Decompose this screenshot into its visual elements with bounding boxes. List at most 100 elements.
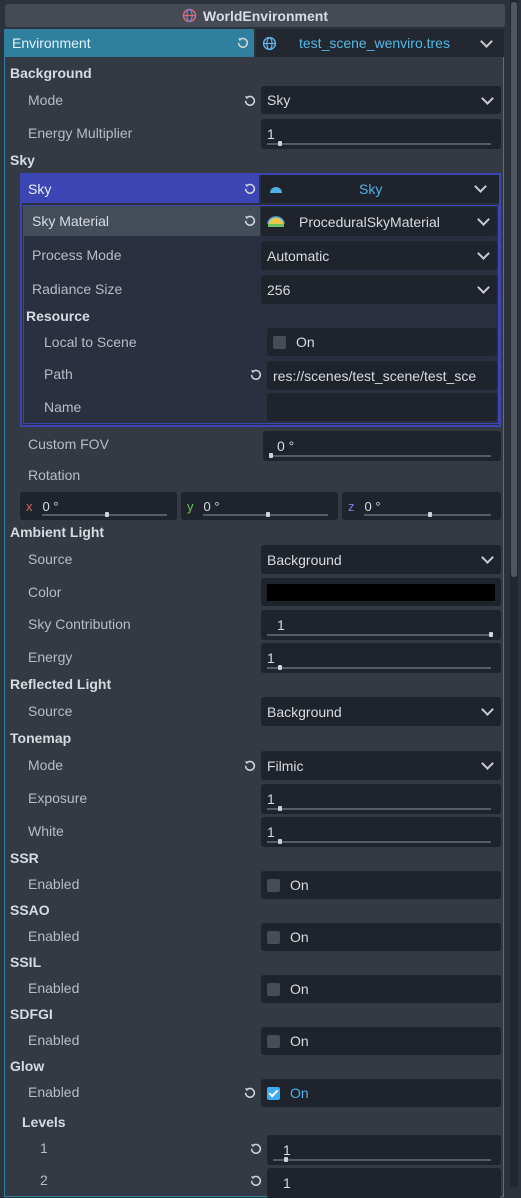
slider-track <box>267 806 491 811</box>
checkbox-icon[interactable] <box>273 335 286 349</box>
slider-knob[interactable] <box>278 806 283 811</box>
checkbox-icon[interactable] <box>267 1034 280 1048</box>
ssil-section[interactable]: SSIL <box>10 954 41 970</box>
procedural-sky-material-icon <box>267 215 285 227</box>
sky-section[interactable]: Sky <box>10 152 35 168</box>
path-input[interactable]: res://scenes/test_scene/test_sce <box>267 361 497 390</box>
chevron-down-icon[interactable] <box>474 180 487 193</box>
process-mode-dropdown[interactable]: Automatic <box>261 241 497 270</box>
slider-knob[interactable] <box>489 632 493 637</box>
exposure-slider[interactable]: 1 <box>261 784 501 814</box>
slider-knob[interactable] <box>278 665 283 670</box>
chevron-down-icon <box>481 91 494 105</box>
energy-multiplier-slider[interactable]: 1 <box>261 119 501 149</box>
revert-icon[interactable] <box>236 36 250 50</box>
slider-knob[interactable] <box>104 512 109 517</box>
reflected-source-dropdown[interactable]: Background <box>261 697 501 726</box>
ssr-enabled-value: On <box>290 877 309 893</box>
radiance-size-dropdown[interactable]: 256 <box>261 275 497 304</box>
slider-knob[interactable] <box>278 141 283 146</box>
ssao-section[interactable]: SSAO <box>10 902 50 918</box>
glow-section[interactable]: Glow <box>10 1058 44 1074</box>
revert-icon[interactable] <box>243 759 257 773</box>
ssil-enabled-label: Enabled <box>28 980 80 996</box>
glow-level-2-slider[interactable]: 1 <box>267 1168 501 1198</box>
name-input[interactable] <box>267 393 497 421</box>
slider-knob[interactable] <box>265 512 270 517</box>
checkbox-icon[interactable] <box>267 982 280 996</box>
color-swatch[interactable] <box>267 583 495 601</box>
ambient-energy-slider[interactable]: 1 <box>261 643 501 673</box>
sky-contribution-value: 1 <box>277 617 285 633</box>
checkbox-icon[interactable] <box>267 878 280 892</box>
sky-material-picker[interactable]: ProceduralSkyMaterial <box>261 207 497 236</box>
radiance-size-label: Radiance Size <box>32 281 123 297</box>
sdfgi-section[interactable]: SDFGI <box>10 1006 53 1022</box>
background-mode-dropdown[interactable]: Sky <box>261 86 501 114</box>
glow-enabled-checkbox[interactable]: On <box>261 1079 501 1107</box>
ssr-enabled-checkbox[interactable]: On <box>261 871 501 899</box>
chevron-down-icon <box>481 551 494 564</box>
ssao-enabled-checkbox[interactable]: On <box>261 923 501 951</box>
background-section[interactable]: Background <box>10 65 92 81</box>
rotation-y-axis: y <box>187 498 194 514</box>
ambient-source-dropdown[interactable]: Background <box>261 545 501 574</box>
slider-knob[interactable] <box>427 512 432 517</box>
scrollbar-thumb[interactable] <box>511 2 517 577</box>
rotation-z-field[interactable]: z 0 ° <box>342 492 501 520</box>
process-mode-label: Process Mode <box>32 247 122 263</box>
slider-track <box>273 1157 491 1162</box>
revert-icon[interactable] <box>249 1174 263 1188</box>
checkbox-checked-icon[interactable] <box>267 1086 280 1100</box>
tonemap-mode-dropdown[interactable]: Filmic <box>261 751 501 780</box>
environment-property-header[interactable]: Environment <box>4 29 254 57</box>
process-mode-value: Automatic <box>267 247 330 264</box>
revert-icon[interactable] <box>243 182 257 196</box>
revert-icon[interactable] <box>243 94 257 108</box>
chevron-down-icon[interactable] <box>480 35 493 48</box>
sky-material-panel <box>23 205 499 424</box>
sky-material-value: ProceduralSkyMaterial <box>299 213 440 230</box>
tonemap-section[interactable]: Tonemap <box>10 730 71 746</box>
sdfgi-enabled-value: On <box>290 1033 309 1049</box>
glow-level-1-slider[interactable]: 1 <box>267 1135 501 1165</box>
ambient-source-value: Background <box>267 551 342 568</box>
custom-fov-slider[interactable]: 0 ° <box>263 431 501 461</box>
slider-knob[interactable] <box>269 453 273 458</box>
ssil-enabled-checkbox[interactable]: On <box>261 975 501 1003</box>
glow-levels-section[interactable]: Levels <box>22 1114 66 1130</box>
environment-resource-icon <box>262 36 277 51</box>
sky-contribution-slider[interactable]: 1 <box>261 610 501 640</box>
environment-resource-picker[interactable]: test_scene_wenviro.tres <box>256 29 504 57</box>
rotation-x-field[interactable]: x 0 ° <box>20 492 177 520</box>
slider-knob[interactable] <box>278 839 283 844</box>
white-slider[interactable]: 1 <box>261 817 501 847</box>
sky-label: Sky <box>28 181 52 197</box>
sky-property-header[interactable]: Sky <box>22 175 259 203</box>
ssao-enabled-value: On <box>290 929 309 945</box>
glow-level-1-value: 1 <box>283 1142 291 1158</box>
revert-icon[interactable] <box>249 368 263 382</box>
ssr-section[interactable]: SSR <box>10 850 39 866</box>
revert-icon[interactable] <box>249 1142 263 1156</box>
rotation-z-value: 0 ° <box>364 498 381 514</box>
revert-icon[interactable] <box>243 214 257 228</box>
energy-multiplier-label: Energy Multiplier <box>28 125 133 141</box>
sky-material-label: Sky Material <box>32 213 110 229</box>
sky-resource-picker[interactable]: Sky <box>261 175 499 203</box>
reflected-light-section[interactable]: Reflected Light <box>10 676 111 692</box>
sdfgi-enabled-checkbox[interactable]: On <box>261 1027 501 1055</box>
rotation-y-field[interactable]: y 0 ° <box>181 492 338 520</box>
ambient-light-section[interactable]: Ambient Light <box>10 524 104 540</box>
resource-section[interactable]: Resource <box>26 308 90 324</box>
rotation-y-value: 0 ° <box>203 498 220 514</box>
revert-icon[interactable] <box>243 1086 257 1100</box>
ambient-color-picker[interactable] <box>261 578 501 606</box>
rotation-x-axis: x <box>26 498 33 514</box>
sky-material-header[interactable]: Sky Material <box>24 206 260 236</box>
glow-enabled-value: On <box>290 1085 309 1101</box>
slider-knob[interactable] <box>284 1157 289 1162</box>
checkbox-icon[interactable] <box>267 930 280 944</box>
chevron-down-icon <box>481 757 494 770</box>
local-to-scene-checkbox[interactable]: On <box>267 328 497 356</box>
